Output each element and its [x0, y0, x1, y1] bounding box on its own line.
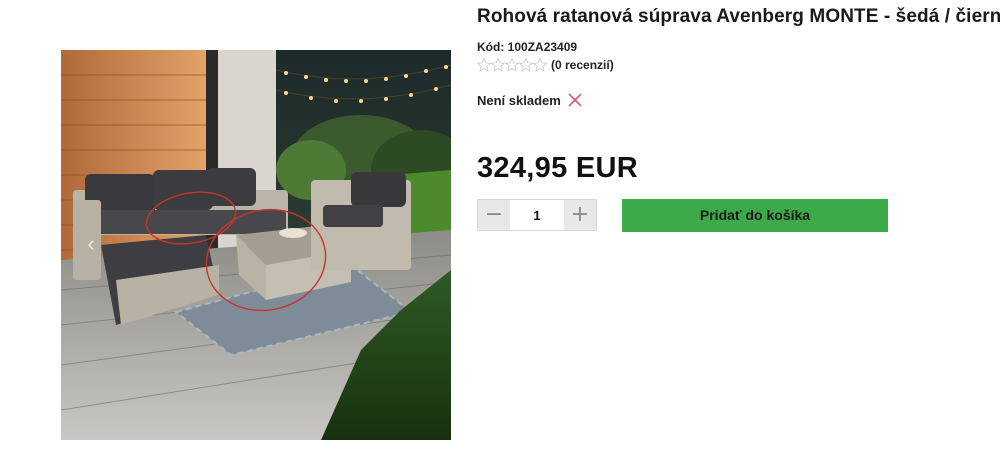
product-image[interactable]: [61, 50, 451, 440]
star-icon: [505, 58, 519, 72]
quantity-stepper: − +: [477, 199, 597, 231]
product-price: 324,95 EUR: [477, 152, 638, 184]
quantity-increase-button[interactable]: +: [564, 200, 596, 230]
stock-status: Není skladem: [477, 92, 583, 108]
product-code-label: Kód:: [477, 40, 505, 54]
star-icon: [519, 58, 533, 72]
product-code: Kód: 100ZA23409: [477, 40, 577, 54]
star-icon: [477, 58, 491, 72]
stock-status-text: Není skladem: [477, 92, 561, 108]
add-to-cart-button[interactable]: Pridať do košíka: [622, 199, 888, 232]
cross-icon: [568, 93, 582, 107]
product-code-value: 100ZA23409: [507, 40, 578, 54]
review-count-link[interactable]: (0 recenzií): [551, 58, 614, 72]
rating-stars[interactable]: [477, 58, 547, 72]
quantity-input[interactable]: [510, 200, 564, 230]
quantity-decrease-button[interactable]: −: [478, 200, 510, 230]
chevron-left-icon[interactable]: ‹: [82, 232, 100, 256]
star-icon: [491, 58, 505, 72]
star-icon: [533, 58, 547, 72]
product-title: Rohová ratanová súprava Avenberg MONTE -…: [477, 6, 1000, 27]
product-rating: (0 recenzií): [477, 58, 614, 72]
product-photo: [61, 50, 451, 440]
